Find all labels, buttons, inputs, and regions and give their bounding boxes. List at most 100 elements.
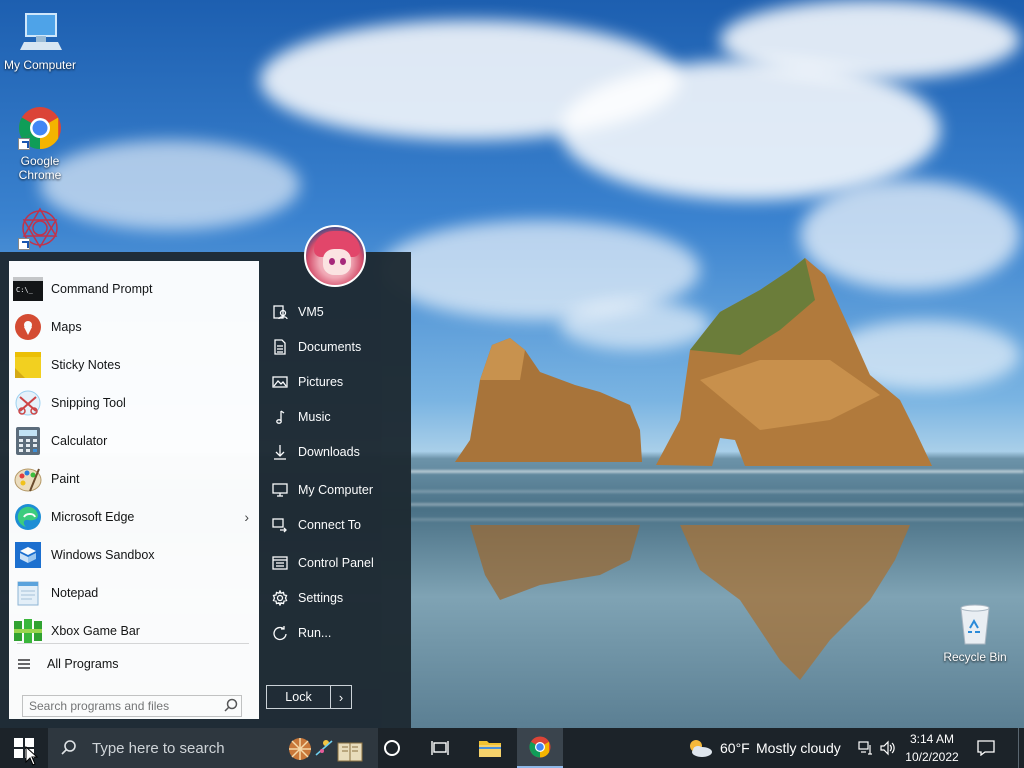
desktop-icon-recycle-bin[interactable]: Recycle Bin: [935, 602, 1015, 664]
start-right-item-settings[interactable]: Settings: [266, 583, 406, 613]
program-sticky-notes[interactable]: Sticky Notes: [9, 347, 259, 383]
start-right-item-label: My Computer: [298, 483, 374, 497]
weather-temperature[interactable]: 60°F: [720, 728, 750, 768]
start-search-box[interactable]: [22, 695, 242, 717]
user-folder-icon: [270, 302, 290, 322]
program-paint[interactable]: Paint: [9, 461, 259, 497]
weather-description[interactable]: Mostly cloudy: [756, 728, 841, 768]
notepad-icon: [13, 578, 43, 608]
start-right-item-label: Settings: [298, 591, 344, 605]
task-view-button[interactable]: [420, 728, 460, 768]
program-label: Sticky Notes: [51, 358, 121, 372]
paint-palette-icon: [13, 464, 43, 494]
program-label: Calculator: [51, 434, 108, 448]
start-search-input[interactable]: [23, 699, 223, 713]
all-programs-button[interactable]: All Programs: [9, 649, 259, 679]
desktop-icon-my-computer[interactable]: My Computer: [0, 10, 80, 72]
network-icon[interactable]: [856, 728, 874, 768]
file-explorer-button[interactable]: [468, 728, 512, 768]
start-right-item-connect-to[interactable]: Connect To: [266, 510, 406, 540]
command-prompt-icon: C:\_: [13, 274, 43, 304]
weather-widget-icon-wrap[interactable]: [686, 728, 714, 768]
cortana-circle-icon: [384, 740, 400, 756]
chevron-right-icon[interactable]: ›: [244, 509, 249, 525]
program-snipping-tool[interactable]: Snipping Tool: [9, 385, 259, 421]
desktop-icon-google-chrome[interactable]: Google Chrome: [0, 106, 80, 182]
search-highlight-illustration: [286, 731, 370, 765]
show-desktop-button[interactable]: [1018, 728, 1024, 768]
start-right-item-music[interactable]: Music: [266, 402, 406, 432]
taskbar-clock[interactable]: 3:14 AM 10/2/2022: [900, 730, 964, 766]
user-avatar[interactable]: [304, 225, 366, 287]
shortcut-arrow-icon: [18, 138, 30, 150]
all-programs-label: All Programs: [47, 657, 119, 671]
program-calculator[interactable]: Calculator: [9, 423, 259, 459]
ornament-app-icon: [18, 206, 62, 250]
start-right-item-my-computer[interactable]: My Computer: [266, 475, 406, 505]
mouse-cursor-icon: [25, 746, 39, 766]
program-label: Notepad: [51, 586, 99, 600]
start-menu-program-list: C:\_ Command Prompt Maps Sticky Notes Sn…: [9, 261, 259, 719]
program-windows-sandbox[interactable]: Windows Sandbox: [9, 537, 259, 573]
search-icon[interactable]: [223, 697, 241, 715]
desktop-icon-label: Recycle Bin: [943, 650, 1007, 664]
lock-button[interactable]: Lock: [267, 686, 331, 708]
picture-icon: [270, 372, 290, 392]
desktop-icon-ornament-app[interactable]: [0, 206, 80, 254]
monitor-icon: [18, 10, 62, 54]
divider: [17, 643, 249, 644]
start-right-item-label: Documents: [298, 340, 362, 354]
start-right-item-downloads[interactable]: Downloads: [266, 437, 406, 467]
start-right-item-label: Music: [298, 410, 331, 424]
program-microsoft-edge[interactable]: Microsoft Edge ›: [9, 499, 259, 535]
edge-icon: [13, 502, 43, 532]
chrome-taskbar-button[interactable]: [517, 728, 563, 768]
power-options-arrow[interactable]: ›: [331, 690, 351, 705]
monitor-icon: [270, 480, 290, 500]
desktop-icon-label: My Computer: [3, 58, 77, 72]
run-icon: [270, 623, 290, 643]
start-right-item-run[interactable]: Run...: [266, 618, 406, 648]
maps-pin-icon: [13, 312, 43, 342]
start-button[interactable]: [0, 728, 48, 768]
notification-icon: [977, 740, 995, 756]
lock-button-group: Lock ›: [266, 685, 352, 709]
folder-icon: [479, 741, 501, 757]
program-command-prompt[interactable]: C:\_ Command Prompt: [9, 271, 259, 307]
program-notepad[interactable]: Notepad: [9, 575, 259, 611]
chrome-icon: [529, 736, 551, 758]
svg-text:C:\_: C:\_: [16, 286, 34, 294]
taskbar-search-box[interactable]: [48, 728, 378, 768]
program-label: Microsoft Edge: [51, 510, 135, 524]
calculator-icon: [13, 426, 43, 456]
start-right-item-label: VM5: [298, 305, 324, 319]
start-right-item-documents[interactable]: Documents: [266, 332, 406, 362]
program-label: Maps: [51, 320, 82, 334]
start-right-item-label: Downloads: [298, 445, 360, 459]
program-label: Snipping Tool: [51, 396, 126, 410]
cortana-button[interactable]: [376, 728, 408, 768]
notification-center-button[interactable]: [972, 728, 1000, 768]
start-right-item-label: Connect To: [298, 518, 362, 532]
task-view-icon: [431, 741, 449, 755]
start-right-item-label: Control Panel: [298, 556, 374, 570]
volume-icon[interactable]: [878, 728, 898, 768]
start-right-item-pictures[interactable]: Pictures: [266, 367, 406, 397]
sticky-notes-icon: [13, 350, 43, 380]
program-label: Xbox Game Bar: [51, 624, 140, 638]
start-right-item-control-panel[interactable]: Control Panel: [266, 548, 406, 578]
program-label: Paint: [51, 472, 80, 486]
music-note-icon: [270, 407, 290, 427]
control-panel-icon: [270, 553, 290, 573]
taskbar-search-input[interactable]: [92, 739, 292, 757]
start-menu: C:\_ Command Prompt Maps Sticky Notes Sn…: [0, 252, 411, 728]
search-icon: [60, 739, 78, 757]
list-icon: [18, 659, 30, 669]
xbox-game-bar-icon: [13, 616, 43, 646]
taskbar: 60°F Mostly cloudy 3:14 AM 10/2/2022: [0, 728, 1024, 768]
program-maps[interactable]: Maps: [9, 309, 259, 345]
desktop-icon-label: Google Chrome: [18, 154, 62, 182]
snipping-tool-icon: [13, 388, 43, 418]
program-label: Command Prompt: [51, 282, 153, 296]
start-right-item-vm5[interactable]: VM5: [266, 297, 406, 327]
